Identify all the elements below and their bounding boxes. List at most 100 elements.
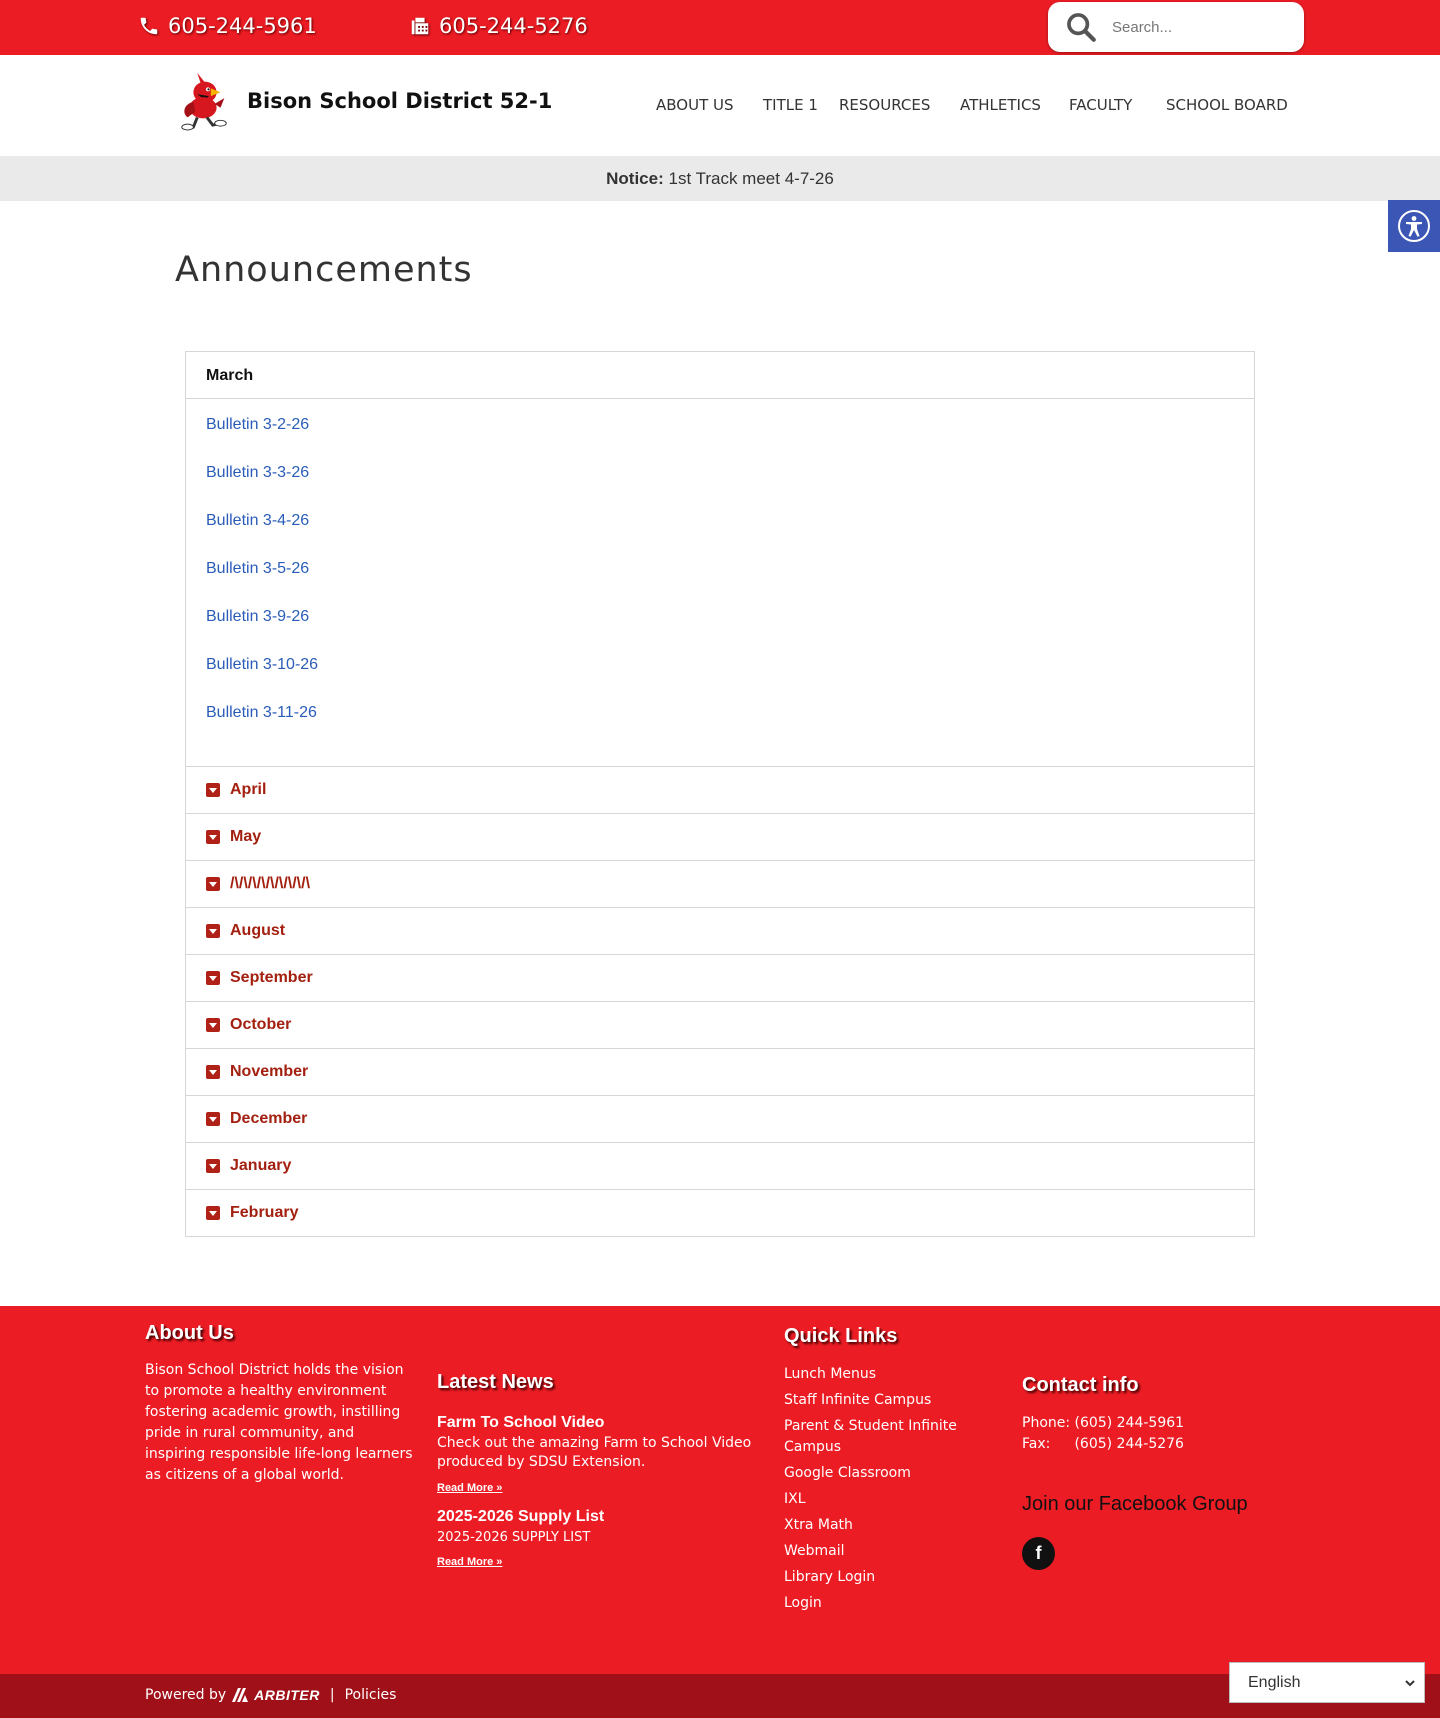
accordion-content-march: Bulletin 3-2-26 Bulletin 3-3-26 Bulletin… xyxy=(186,399,1254,766)
news-title[interactable]: 2025-2026 Supply List xyxy=(437,1508,604,1526)
accordion-header-august[interactable]: August xyxy=(186,907,1254,954)
accordion-label: January xyxy=(230,1157,292,1174)
caret-down-icon xyxy=(206,877,220,891)
accordion-header-march[interactable]: March xyxy=(186,352,1254,399)
fax-contact[interactable]: 605-244-5276 xyxy=(409,10,588,42)
accordion-header-february[interactable]: February xyxy=(186,1189,1254,1236)
news-excerpt: Check out the amazing Farm to School Vid… xyxy=(437,1435,752,1470)
bulletin-link[interactable]: Bulletin 3-10-26 xyxy=(206,653,1254,701)
caret-down-icon xyxy=(206,1112,220,1126)
notice-label: Notice: xyxy=(606,169,664,188)
powered-by: Powered by ARBITER | Policies xyxy=(145,1687,396,1703)
search-icon[interactable] xyxy=(1064,10,1098,44)
contact-fax-value: (605) 244-5276 xyxy=(1074,1436,1184,1452)
contact-phone: Phone: (605) 244-5961 xyxy=(1022,1413,1184,1434)
accordion-label: October xyxy=(230,1016,292,1033)
bulletin-link[interactable]: Bulletin 3-9-26 xyxy=(206,605,1254,653)
quick-link[interactable]: Webmail xyxy=(784,1541,984,1562)
contact-heading: Contact info xyxy=(1022,1374,1139,1396)
quick-links-heading: Quick Links xyxy=(784,1325,898,1347)
news-excerpt: 2025-2026 SUPPLY LIST xyxy=(437,1530,591,1545)
accordion-label: February xyxy=(230,1204,299,1221)
accordion-header-december[interactable]: December xyxy=(186,1095,1254,1142)
quick-links-list: Lunch Menus Staff Infinite Campus Parent… xyxy=(784,1364,984,1619)
accordion-header-january[interactable]: January xyxy=(186,1142,1254,1189)
quick-link[interactable]: Library Login xyxy=(784,1567,984,1588)
site-footer: About Us Bison School District holds the… xyxy=(0,1306,1440,1674)
read-more-link[interactable]: Read More » xyxy=(437,1556,502,1568)
arbiter-brand: ARBITER xyxy=(254,1687,320,1703)
notice-bar: Notice: 1st Track meet 4-7-26 xyxy=(0,156,1440,201)
read-more-link[interactable]: Read More » xyxy=(437,1482,502,1494)
bottom-bar: Powered by ARBITER | Policies xyxy=(0,1674,1440,1718)
nav-resources[interactable]: RESOURCES xyxy=(839,96,930,114)
quick-link[interactable]: IXL xyxy=(784,1489,984,1510)
quick-link[interactable]: Login xyxy=(784,1593,984,1614)
news-heading: Latest News xyxy=(437,1371,554,1393)
caret-down-icon xyxy=(206,1065,220,1079)
search-box xyxy=(1048,2,1304,52)
policies-link[interactable]: Policies xyxy=(345,1687,397,1703)
caret-down-icon xyxy=(206,830,220,844)
caret-down-icon xyxy=(206,783,220,797)
accordion-label: September xyxy=(230,969,313,986)
nav-school-board[interactable]: SCHOOL BOARD xyxy=(1166,96,1288,114)
accordion-label: May xyxy=(230,828,262,845)
main-nav: ABOUT US TITLE 1 RESOURCES ATHLETICS FAC… xyxy=(0,96,1440,120)
about-text: Bison School District holds the vision t… xyxy=(145,1362,413,1483)
accordion-header-april[interactable]: April xyxy=(186,766,1254,813)
contact-fax: Fax: (605) 244-5276 xyxy=(1022,1434,1184,1455)
arbiter-mark-icon xyxy=(232,1688,249,1702)
accordion-header-november[interactable]: November xyxy=(186,1048,1254,1095)
quick-link[interactable]: Lunch Menus xyxy=(784,1364,984,1385)
contact-fax-label: Fax: xyxy=(1022,1436,1051,1452)
search-input[interactable] xyxy=(1112,18,1292,36)
nav-about-us[interactable]: ABOUT US xyxy=(656,96,734,114)
accordion-header-zigzag[interactable]: /\/\/\/\/\/\/\/\/\ xyxy=(186,860,1254,907)
contact-phone-label: Phone: xyxy=(1022,1415,1071,1431)
caret-down-icon xyxy=(206,971,220,985)
bulletin-link[interactable]: Bulletin 3-3-26 xyxy=(206,461,1254,509)
nav-title-1[interactable]: TITLE 1 xyxy=(763,96,818,114)
quick-link[interactable]: Parent & Student Infinite Campus xyxy=(784,1416,984,1458)
page-title: Announcements xyxy=(175,250,473,290)
announcements-accordion: March Bulletin 3-2-26 Bulletin 3-3-26 Bu… xyxy=(185,351,1255,1237)
top-bar: 605-244-5961 605-244-5276 xyxy=(0,0,1440,55)
phone-icon xyxy=(140,17,158,35)
accordion-header-september[interactable]: September xyxy=(186,954,1254,1001)
fax-number: 605-244-5276 xyxy=(439,14,588,38)
caret-down-icon xyxy=(206,1159,220,1173)
bulletin-link[interactable]: Bulletin 3-2-26 xyxy=(206,413,1254,461)
bulletin-link[interactable]: Bulletin 3-4-26 xyxy=(206,509,1254,557)
language-select[interactable]: English xyxy=(1229,1662,1425,1703)
bulletin-link[interactable]: Bulletin 3-5-26 xyxy=(206,557,1254,605)
nav-faculty[interactable]: FACULTY xyxy=(1069,96,1132,114)
separator: | xyxy=(329,1687,335,1703)
caret-down-icon xyxy=(206,1018,220,1032)
accordion-label: December xyxy=(230,1110,308,1127)
phone-contact[interactable]: 605-244-5961 xyxy=(138,10,317,42)
caret-down-icon xyxy=(206,1206,220,1220)
quick-link[interactable]: Xtra Math xyxy=(784,1515,984,1536)
accordion-label: April xyxy=(230,781,267,798)
accordion-header-may[interactable]: May xyxy=(186,813,1254,860)
bulletin-link[interactable]: Bulletin 3-11-26 xyxy=(206,701,1254,749)
about-heading: About Us xyxy=(145,1322,234,1344)
language-selected: English xyxy=(1248,1673,1301,1691)
chevron-down-icon xyxy=(1405,1679,1415,1686)
nav-athletics[interactable]: ATHLETICS xyxy=(960,96,1041,114)
quick-link[interactable]: Google Classroom xyxy=(784,1463,984,1484)
arbiter-logo[interactable]: ARBITER xyxy=(232,1687,320,1703)
accordion-label: /\/\/\/\/\/\/\/\/\ xyxy=(230,875,311,892)
quick-link[interactable]: Staff Infinite Campus xyxy=(784,1390,984,1411)
notice-text: 1st Track meet 4-7-26 xyxy=(668,169,834,188)
news-title[interactable]: Farm To School Video xyxy=(437,1414,604,1432)
contact-phone-value[interactable]: (605) 244-5961 xyxy=(1075,1415,1185,1431)
powered-by-label: Powered by xyxy=(145,1687,227,1703)
accordion-header-october[interactable]: October xyxy=(186,1001,1254,1048)
phone-number: 605-244-5961 xyxy=(168,14,317,38)
accordion-label: November xyxy=(230,1063,309,1080)
caret-down-icon xyxy=(206,924,220,938)
facebook-icon[interactable]: f xyxy=(1022,1537,1055,1570)
accessibility-button[interactable] xyxy=(1388,200,1440,252)
